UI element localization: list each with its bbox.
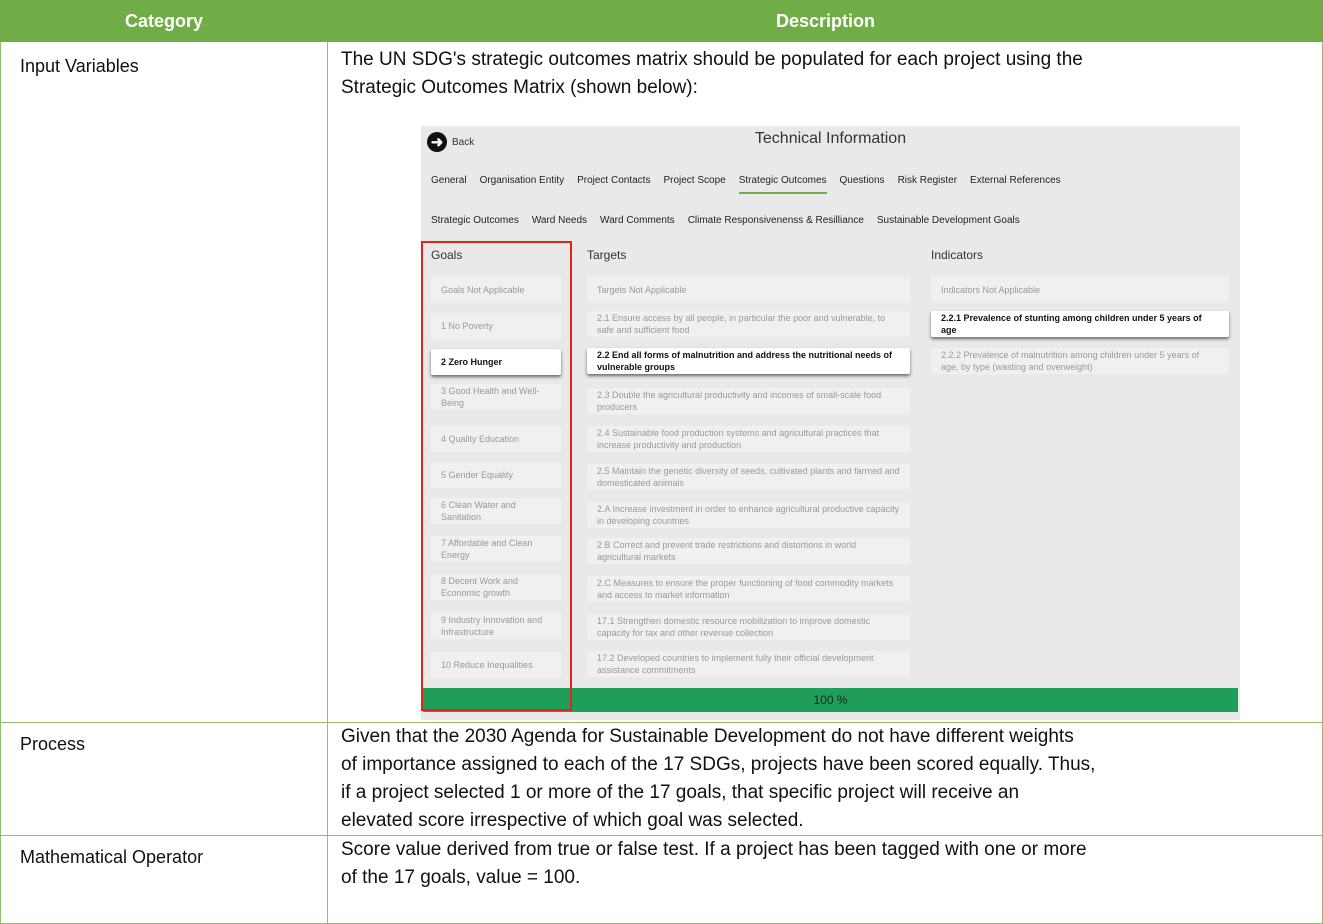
- row-label-process: Process: [20, 734, 86, 754]
- target-option[interactable]: 2.4 Sustainable food production systems …: [587, 426, 910, 452]
- target-option[interactable]: 2.3 Double the agricultural productivity…: [587, 388, 910, 414]
- subtab-ward-comments[interactable]: Ward Comments: [600, 215, 675, 232]
- table-column-divider: [327, 42, 328, 924]
- target-option[interactable]: Targets Not Applicable: [587, 277, 910, 303]
- tab-risk-register[interactable]: Risk Register: [898, 175, 957, 194]
- indicator-option-selected[interactable]: 2.2.1 Prevalence of stunting among child…: [931, 311, 1229, 337]
- tab-project-contacts[interactable]: Project Contacts: [577, 175, 650, 194]
- subtab-climate-responsiveness[interactable]: Climate Responsivenenss & Resilliance: [688, 215, 864, 232]
- row-text-mathematical-operator: Score value derived from true or false t…: [341, 839, 1087, 888]
- table-border-left: [0, 42, 1, 924]
- primary-tabs: General Organisation Entity Project Cont…: [431, 175, 1074, 194]
- target-option[interactable]: 2.A Increase investment in order to enha…: [587, 502, 910, 528]
- target-option[interactable]: 2.C Measures to ensure the proper functi…: [587, 576, 910, 602]
- tab-organisation-entity[interactable]: Organisation Entity: [480, 175, 565, 194]
- header-description: Description: [328, 0, 1323, 42]
- tab-strategic-outcomes[interactable]: Strategic Outcomes: [738, 175, 827, 194]
- row-label-input-variables: Input Variables: [20, 56, 139, 76]
- target-option[interactable]: 2.B Correct and prevent trade restrictio…: [587, 538, 910, 564]
- secondary-tabs: Strategic Outcomes Ward Needs Ward Comme…: [431, 215, 1033, 232]
- header-category: Category: [0, 0, 328, 42]
- subtab-sustainable-development-goals[interactable]: Sustainable Development Goals: [877, 215, 1020, 232]
- target-option[interactable]: 2.5 Maintain the genetic diversity of se…: [587, 464, 910, 490]
- targets-column-heading: Targets: [587, 248, 627, 262]
- row-label-mathematical-operator: Mathematical Operator: [20, 847, 204, 867]
- goals-highlight-box: [421, 241, 572, 711]
- subtab-ward-needs[interactable]: Ward Needs: [532, 215, 587, 232]
- indicators-column-heading: Indicators: [931, 248, 984, 262]
- tab-general[interactable]: General: [431, 175, 467, 194]
- row-text-input-variables: The UN SDG's strategic outcomes matrix s…: [341, 49, 1083, 98]
- tab-external-references[interactable]: External References: [970, 175, 1061, 194]
- indicator-option[interactable]: Indicators Not Applicable: [931, 277, 1229, 303]
- target-option-selected[interactable]: 2.2 End all forms of malnutrition and ad…: [587, 348, 910, 374]
- screen-title: Technical Information: [754, 130, 907, 147]
- tab-questions[interactable]: Questions: [840, 175, 885, 194]
- tab-project-scope[interactable]: Project Scope: [663, 175, 725, 194]
- indicator-option[interactable]: 2.2.2 Prevalence of malnutrition among c…: [931, 348, 1229, 374]
- target-option[interactable]: 17.2 Developed countries to implement fu…: [587, 651, 910, 677]
- target-option[interactable]: 2.1 Ensure access by all people, in part…: [587, 311, 910, 337]
- target-option[interactable]: 17.1 Strengthen domestic resource mobili…: [587, 614, 910, 640]
- row-text-process: Given that the 2030 Agenda for Sustainab…: [341, 726, 1096, 831]
- subtab-strategic-outcomes[interactable]: Strategic Outcomes: [431, 215, 519, 232]
